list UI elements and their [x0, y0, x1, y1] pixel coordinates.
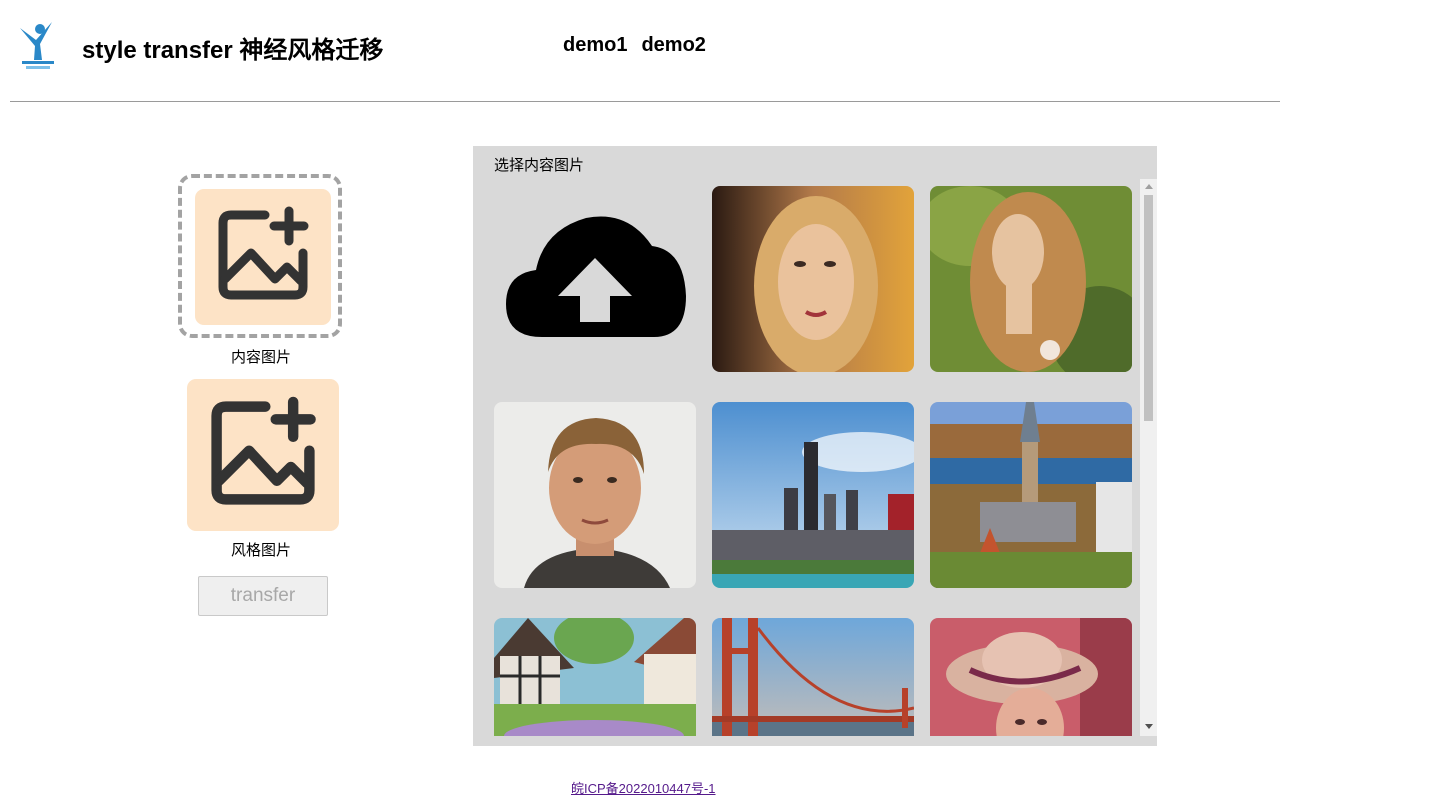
icp-link[interactable]: 皖ICP备2022010447号-1	[571, 778, 716, 797]
style-image-label: 风格图片	[231, 542, 292, 559]
scroll-down-arrow[interactable]	[1145, 724, 1153, 729]
top-nav: demo1 demo2	[563, 34, 720, 57]
content-image-slot[interactable]	[195, 189, 331, 325]
nav-demo2[interactable]: demo2	[641, 34, 705, 56]
cloud-upload-icon	[494, 216, 696, 376]
nav-demo1[interactable]: demo1	[563, 34, 627, 56]
image-picker-panel: 选择内容图片	[473, 146, 1157, 746]
logo	[16, 20, 60, 72]
image-thumb[interactable]	[930, 402, 1132, 588]
add-image-icon	[205, 395, 321, 516]
scroll-up-arrow[interactable]	[1145, 184, 1153, 189]
image-thumb[interactable]	[712, 186, 914, 372]
content-image-label: 内容图片	[231, 349, 292, 366]
header-divider	[10, 101, 1280, 102]
image-thumb[interactable]	[930, 186, 1132, 372]
upload-tile[interactable]	[494, 186, 696, 372]
image-thumb[interactable]	[930, 618, 1132, 736]
image-grid	[494, 186, 1134, 736]
image-thumb[interactable]	[712, 618, 914, 736]
style-image-slot[interactable]	[187, 379, 339, 531]
panel-title: 选择内容图片	[494, 157, 585, 174]
page-title: style transfer 神经风格迁移	[82, 37, 384, 64]
panel-scrollbar[interactable]	[1140, 179, 1157, 736]
image-thumb[interactable]	[494, 402, 696, 588]
add-image-icon	[213, 205, 313, 310]
scroll-thumb[interactable]	[1144, 195, 1153, 421]
site-header: style transfer 神经风格迁移 demo1 demo2	[0, 0, 1429, 101]
image-thumb[interactable]	[712, 402, 914, 588]
transfer-button[interactable]: transfer	[198, 576, 328, 616]
image-thumb[interactable]	[494, 618, 696, 736]
